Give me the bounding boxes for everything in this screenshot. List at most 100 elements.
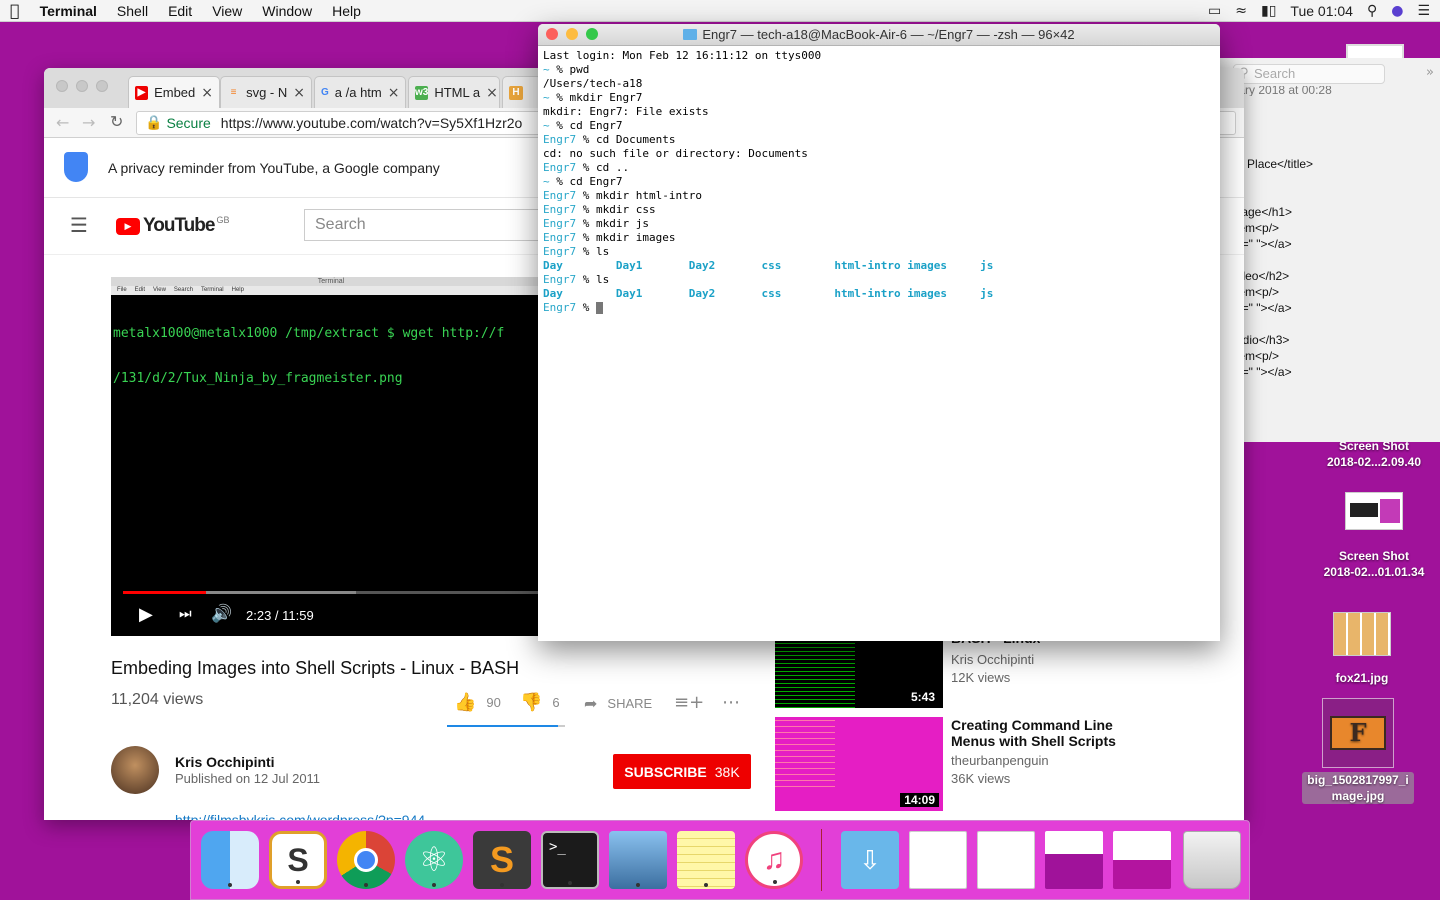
tab-html[interactable]: H [502,76,542,108]
battery-icon[interactable]: ▮▯ [1261,3,1276,19]
atom-icon[interactable]: ⚛ [405,831,463,889]
desktop-icon-screenshot-2[interactable]: Screen Shot 2018-02...01.01.34 [1304,492,1440,580]
desktop-icon-fox21[interactable]: fox21.jpg [1304,612,1420,686]
prompt-directory: Engr7 [543,133,577,146]
prompt-directory: Engr7 [543,161,577,174]
tab-stackoverflow[interactable]: ≡ svg - N × [220,76,312,108]
close-tab-icon[interactable]: × [486,85,498,101]
video-cmd-line: metalx1000@metalx1000 /tmp/extract $ wge… [113,326,505,341]
menu-bar:  Terminal Shell Edit View Window Help ▭… [0,0,1440,22]
document-thumbnail-2[interactable] [977,831,1035,889]
prompt-directory: ~ [543,63,550,76]
dislike-button[interactable]: 👎 6 [520,692,560,713]
airplay-icon[interactable]: ▭ [1208,3,1221,19]
preview-icon[interactable] [609,831,667,889]
downloads-folder-icon[interactable]: ⇩ [841,831,899,889]
youtube-logo[interactable]: ▶ YouTube GB [116,215,229,237]
close-tab-icon[interactable]: × [201,85,213,101]
sentiment-like-fill [447,725,558,727]
wifi-icon[interactable]: ≈ [1235,3,1247,19]
channel-avatar[interactable] [111,746,159,794]
more-options-icon[interactable]: ⋯ [722,692,740,713]
terminal-line: Last login: Mon Feb 12 16:11:12 on ttys0… [543,49,1215,63]
prompt-directory: Engr7 [543,301,577,314]
video-progress-track[interactable] [123,591,539,594]
reload-icon[interactable]: ↻ [110,112,123,131]
trash-icon[interactable] [1183,831,1241,889]
like-button[interactable]: 👍 90 [454,692,501,713]
video-time: 2:23 / 11:59 [246,608,314,623]
like-count: 90 [486,695,501,710]
slack-icon[interactable]: S [269,831,327,889]
close-button[interactable] [546,28,558,40]
screenshot-thumbnail [1345,492,1403,530]
terminal-line: Engr7 % [543,301,1215,315]
minimize-button[interactable] [76,80,88,92]
terminal-window[interactable]: Engr7 — tech-a18@MacBook-Air-6 — ~/Engr7… [538,24,1220,641]
zoom-button[interactable] [96,80,108,92]
zoom-button[interactable] [586,28,598,40]
terminal-text: % mkdir Engr7 [549,91,643,104]
hamburger-menu-icon[interactable]: ☰ [70,213,88,237]
menu-app-name[interactable]: Terminal [30,0,107,22]
privacy-text: A privacy reminder from YouTube, a Googl… [108,160,440,176]
next-icon[interactable]: ⏭ [179,606,192,622]
running-indicator [364,883,368,887]
menu-help[interactable]: Help [322,0,371,22]
menu-shell[interactable]: Shell [107,0,158,22]
back-arrow-icon[interactable]: ← [56,113,69,132]
related-video-1[interactable]: 5:43 BASH - Linux Kris Occhipinti 12K vi… [775,634,1235,708]
terminal-output[interactable]: Last login: Mon Feb 12 16:11:12 on ttys0… [538,46,1220,318]
document-thumbnail-3[interactable] [1045,831,1103,889]
notification-center-icon[interactable]: ☰ [1417,3,1430,19]
play-icon[interactable]: ▶ [139,604,153,625]
desktop-icon-big-image[interactable]: F big_1502817997_i mage.jpg [1302,698,1414,804]
terminal-titlebar[interactable]: Engr7 — tech-a18@MacBook-Air-6 — ~/Engr7… [538,24,1220,46]
terminal-icon[interactable]: >_ [541,831,599,889]
document-thumbnail-1[interactable] [909,831,967,889]
clock[interactable]: Tue 01:04 [1290,3,1353,19]
share-button[interactable]: ➦ SHARE [584,694,652,713]
terminal-line: Engr7 % mkdir images [543,231,1215,245]
close-button[interactable] [56,80,68,92]
menu-view[interactable]: View [202,0,252,22]
video-menu-item: Help [231,287,244,293]
subscriber-count: 38K [714,763,740,780]
tab-youtube[interactable]: ▶ Embed × [128,76,220,108]
desktop-icon-screenshot-1[interactable]: Screen Shot 2018-02...2.09.40 [1304,438,1440,470]
siri-icon[interactable]: ● [1391,3,1403,19]
menu-edit[interactable]: Edit [158,0,202,22]
url-text: https://www.youtube.com/watch?v=Sy5Xf1Hz… [220,115,523,131]
terminal-text: % ls [576,273,610,286]
terminal-line: Engr7 % ls [543,245,1215,259]
prompt-directory: ~ [543,119,550,132]
spotlight-search-icon[interactable]: ⚲ [1367,3,1377,19]
close-tab-icon[interactable]: × [388,85,400,101]
volume-icon[interactable]: 🔊 [211,604,232,624]
chevron-right-icon[interactable]: » [1426,65,1434,80]
youtube-search-input[interactable]: Search [304,209,544,241]
itunes-icon[interactable]: ♫ [745,831,803,889]
channel-name[interactable]: Kris Occhipinti [175,754,275,770]
video-player[interactable]: Terminal File Edit View Search Terminal … [111,277,551,636]
tab-google[interactable]: G a /a htm × [314,76,406,108]
forward-arrow-icon[interactable]: → [82,113,95,132]
related-thumbnail: 5:43 [775,640,943,708]
apple-menu-icon[interactable]:  [0,0,30,22]
folder-icon [683,29,698,40]
minimize-button[interactable] [566,28,578,40]
close-tab-icon[interactable]: × [293,85,305,101]
sublime-text-icon[interactable]: S [473,831,531,889]
document-thumbnail-4[interactable] [1113,831,1171,889]
tab-label: HTML a [434,85,481,100]
menu-window[interactable]: Window [252,0,322,22]
chrome-icon[interactable] [337,831,395,889]
finder-icon[interactable] [201,831,259,889]
notes-icon[interactable] [677,831,735,889]
add-to-playlist-icon[interactable]: ≡+ [674,692,704,713]
subscribe-button[interactable]: SUBSCRIBE 38K [613,754,751,789]
tab-w3[interactable]: w3 HTML a × [408,76,500,108]
related-video-2[interactable]: 14:09 Creating Command Line Menus with S… [775,717,1235,811]
editor-search-field[interactable]: ⚲ Search [1233,64,1385,84]
description-link[interactable]: http://filmsbykris.com/wordpress/?p=944 [175,810,425,820]
